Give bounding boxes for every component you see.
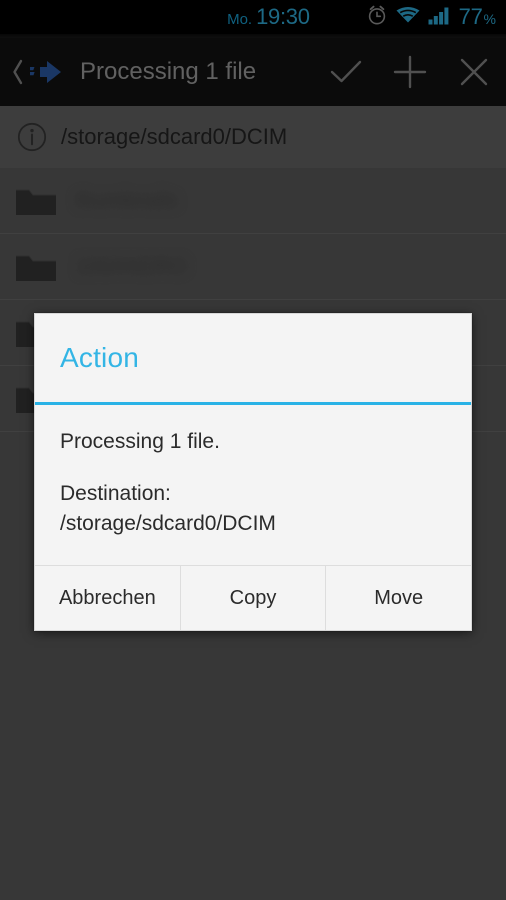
move-button[interactable]: Move [325,566,472,630]
dialog-message: Processing 1 file. [60,430,220,453]
dialog-body-spacer [60,457,446,479]
folder-icon [14,184,58,218]
list-item-label: 100ANDRO [76,254,187,278]
dialog-destination-path: /storage/sdcard0/DCIM [60,512,276,535]
dialog-destination-label: Destination: [60,482,171,505]
close-button[interactable] [442,38,506,106]
phone-screen: Mo. 19:30 77 % Processing 1 file /storag… [0,0,506,900]
dialog-button-bar: Abbrechen Copy Move [35,565,472,630]
path-bar[interactable]: /storage/sdcard0/DCIM [0,106,506,168]
back-chevron-icon[interactable] [10,38,26,106]
signal-icon [428,5,450,30]
blue-arrow-app-icon[interactable] [28,38,66,106]
status-clock: Mo. 19:30 [227,4,310,30]
info-icon[interactable] [17,122,47,152]
current-path: /storage/sdcard0/DCIM [61,124,288,149]
close-x-icon [458,56,490,88]
checkmark-icon [329,57,363,87]
battery-unit: % [483,11,496,27]
battery-percent: 77 % [459,4,496,30]
plus-icon [393,55,427,89]
status-icons: 77 % [366,4,496,31]
wifi-icon [395,5,421,30]
dialog-title-bar: Action [35,314,471,402]
action-dialog: Action Processing 1 file. Destination: /… [34,313,472,631]
status-day-label: Mo. [227,11,253,28]
status-time-label: 19:30 [256,4,310,29]
action-bar: Processing 1 file [0,38,506,106]
page-title: Processing 1 file [80,58,257,85]
alarm-icon [366,4,388,31]
dialog-title: Action [60,342,140,373]
status-bar: Mo. 19:30 77 % [0,0,506,34]
folder-icon [14,250,58,284]
add-button[interactable] [378,38,442,106]
battery-value: 77 [458,4,483,29]
list-item[interactable]: thumbnails [0,168,506,234]
copy-button[interactable]: Copy [179,566,326,630]
list-item-label: thumbnails [76,188,178,212]
list-item[interactable]: 100ANDRO [0,234,506,300]
confirm-button[interactable] [314,38,378,106]
dialog-body: Processing 1 file. Destination: /storage… [35,405,471,565]
cancel-button[interactable]: Abbrechen [35,566,180,630]
